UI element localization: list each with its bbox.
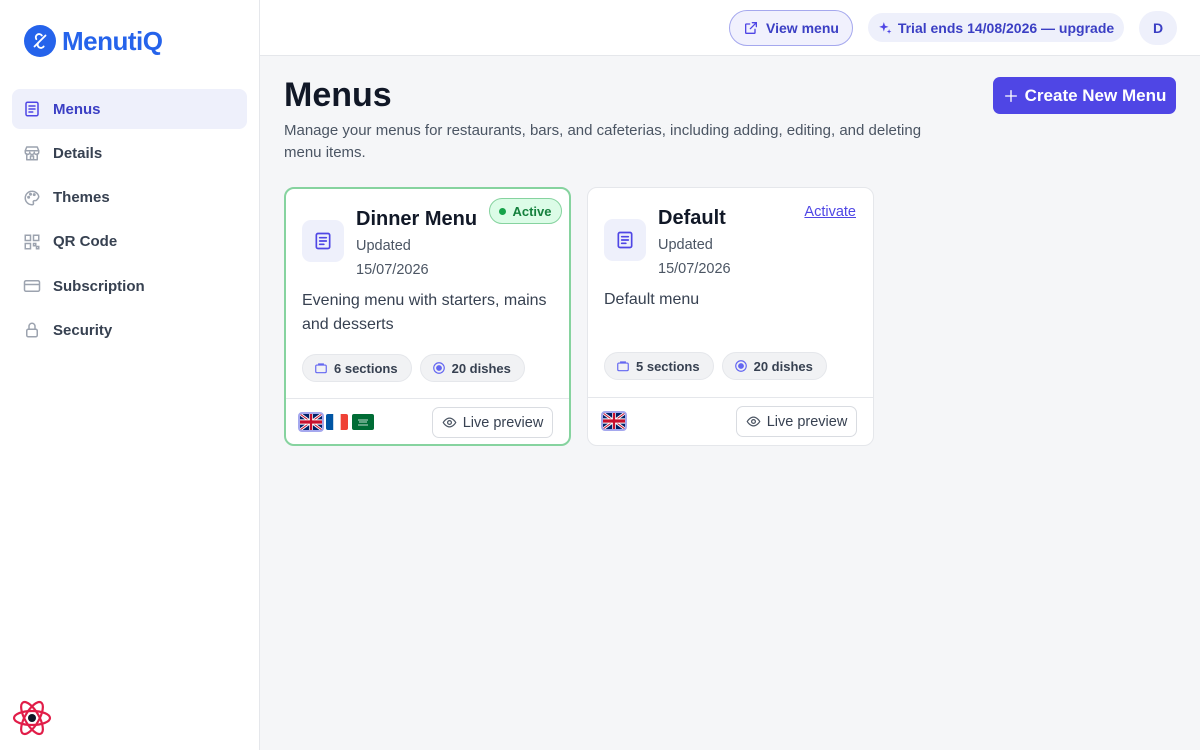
language-flags	[298, 412, 374, 432]
qr-code-icon	[23, 233, 41, 251]
card-divider	[588, 397, 873, 398]
dishes-count-pill: 20 dishes	[721, 352, 827, 380]
dishes-count-pill: 20 dishes	[419, 354, 525, 382]
sections-count-pill: 5 sections	[604, 352, 714, 380]
dishes-count: 20 dishes	[753, 358, 813, 374]
top-bar: View menu Trial ends 14/08/2026 — upgrad…	[260, 0, 1200, 56]
sidebar-item-security[interactable]: Security	[12, 310, 247, 350]
plus-icon	[1004, 89, 1017, 102]
menu-list-icon	[23, 100, 41, 118]
sidebar-item-subscription[interactable]: Subscription	[12, 266, 247, 306]
palette-icon	[23, 189, 41, 207]
sidebar-item-details[interactable]: Details	[12, 133, 247, 173]
dish-icon	[734, 360, 747, 372]
menu-description: Default menu	[604, 291, 700, 308]
language-flags	[601, 411, 627, 431]
sidebar: MenutiQ Menus Details Themes QR Code Sub…	[0, 0, 260, 750]
menu-description: Evening menu with starters, mains and de…	[302, 292, 547, 333]
dishes-count: 20 dishes	[451, 360, 511, 376]
live-preview-button[interactable]: Live preview	[736, 406, 857, 437]
lock-icon	[23, 321, 41, 339]
live-preview-button[interactable]: Live preview	[432, 407, 553, 438]
sidebar-item-label: Menus	[53, 100, 101, 118]
user-avatar[interactable]: D	[1139, 11, 1177, 45]
sections-count: 6 sections	[334, 360, 398, 376]
view-menu-button[interactable]: View menu	[729, 10, 853, 46]
sidebar-item-label: QR Code	[53, 233, 118, 251]
folder-icon	[315, 363, 327, 374]
status-dot-icon	[499, 207, 507, 215]
sparkle-icon	[878, 21, 892, 34]
live-preview-label: Live preview	[766, 413, 848, 430]
sidebar-item-label: Themes	[53, 189, 110, 207]
react-logo-icon[interactable]	[12, 698, 52, 738]
menu-book-icon	[302, 220, 344, 262]
logo-icon	[24, 25, 56, 57]
status-badge: Active	[489, 198, 562, 224]
external-link-icon	[745, 22, 758, 34]
page-description: Manage your menus for restaurants, bars,…	[284, 122, 922, 161]
menu-card-default[interactable]: Default Updated 15/07/2026 Activate Defa…	[587, 187, 874, 446]
menu-stats: 5 sections 20 dishes	[604, 352, 827, 380]
menu-book-icon	[604, 219, 646, 261]
card-divider	[286, 398, 569, 399]
folder-icon	[617, 361, 629, 372]
credit-card-icon	[23, 277, 41, 295]
view-menu-label: View menu	[766, 20, 839, 36]
sidebar-item-themes[interactable]: Themes	[12, 178, 247, 218]
sidebar-nav: Menus Details Themes QR Code Subscriptio…	[12, 89, 247, 355]
menu-updated-label: Updated	[356, 238, 411, 254]
trial-upgrade-badge[interactable]: Trial ends 14/08/2026 — upgrade	[868, 13, 1124, 42]
menu-updated: Updated 15/07/2026	[658, 233, 748, 281]
uk-flag-icon[interactable]	[601, 411, 627, 431]
sections-count: 5 sections	[636, 358, 700, 374]
menu-updated-date: 15/07/2026	[658, 261, 731, 277]
menu-title: Default	[658, 207, 726, 229]
eye-icon	[442, 417, 457, 428]
trial-label: Trial ends 14/08/2026 — upgrade	[897, 19, 1115, 36]
app-logo[interactable]: MenutiQ	[24, 25, 163, 57]
page-title: Menus	[284, 76, 392, 114]
sidebar-item-label: Details	[53, 144, 103, 162]
saudi-flag-icon[interactable]	[352, 414, 374, 430]
eye-icon	[746, 416, 761, 427]
menu-card-dinner[interactable]: Dinner Menu Updated 15/07/2026 Active Ev…	[284, 187, 571, 446]
menu-updated-date: 15/07/2026	[356, 262, 429, 278]
app-name: MenutiQ	[62, 25, 163, 56]
live-preview-label: Live preview	[462, 414, 544, 431]
menu-title: Dinner Menu	[356, 208, 478, 230]
sidebar-item-menus[interactable]: Menus	[12, 89, 247, 129]
sections-count-pill: 6 sections	[302, 354, 412, 382]
menu-updated: Updated 15/07/2026	[356, 234, 446, 282]
menu-updated-label: Updated	[658, 237, 713, 253]
activate-link[interactable]: Activate	[804, 204, 856, 220]
uk-flag-icon[interactable]	[298, 412, 324, 432]
menu-stats: 6 sections 20 dishes	[302, 354, 525, 382]
sidebar-item-label: Security	[53, 321, 113, 339]
create-new-menu-button[interactable]: Create New Menu	[993, 77, 1176, 114]
france-flag-icon[interactable]	[326, 414, 348, 430]
sidebar-item-label: Subscription	[53, 277, 145, 295]
dish-icon	[432, 362, 445, 374]
sidebar-item-qr-code[interactable]: QR Code	[12, 222, 247, 262]
status-label: Active	[512, 203, 552, 219]
create-new-menu-label: Create New Menu	[1024, 85, 1167, 105]
store-icon	[23, 144, 41, 162]
